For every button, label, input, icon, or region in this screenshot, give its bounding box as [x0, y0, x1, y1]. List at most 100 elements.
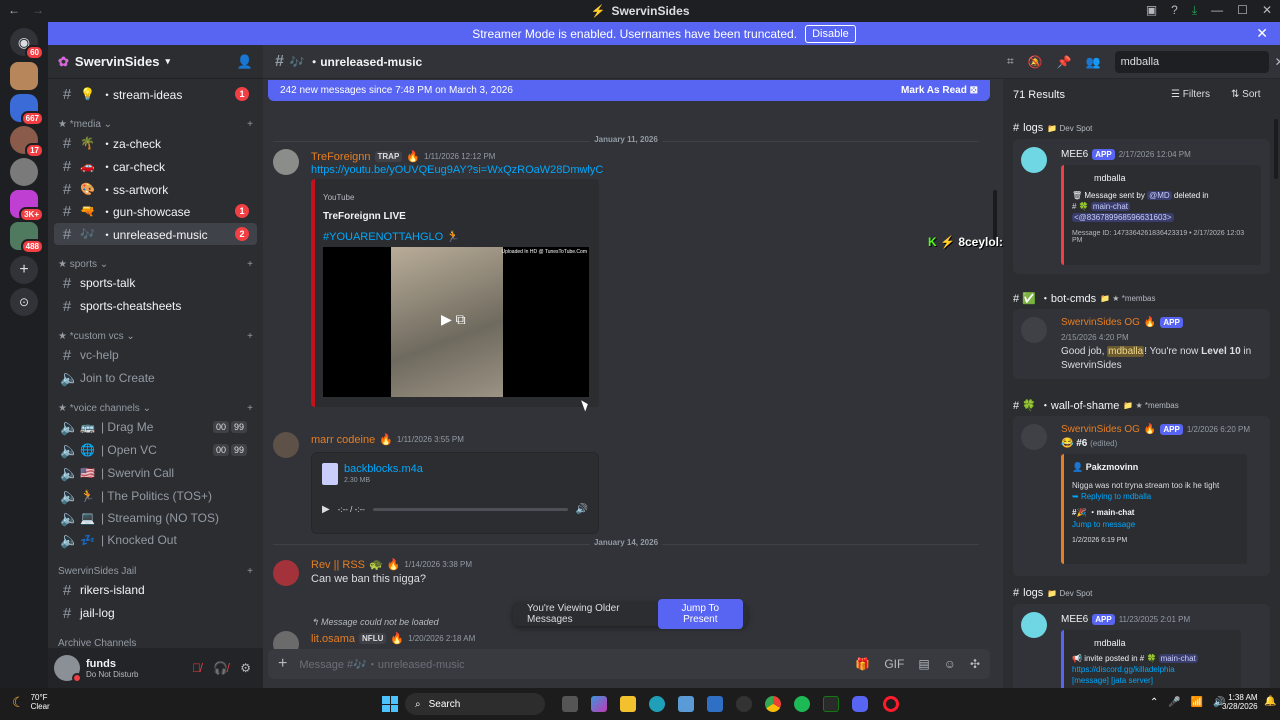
server-icon-3[interactable]: 17 — [10, 126, 44, 158]
reply-link[interactable]: ➥ Replying to mdballa — [1072, 492, 1239, 501]
dm-home-button[interactable]: ◉ 60 — [10, 28, 44, 60]
channel-vc-help[interactable]: # vc-help — [54, 344, 257, 366]
server-icon-swervinsides[interactable]: 667 — [10, 94, 44, 126]
voice-channel-the-politics[interactable]: 🔈 🏃 | The Politics (TOS+) — [54, 485, 257, 507]
category-media[interactable]: ★ *media ⌄ + — [58, 119, 253, 130]
jump-to-message-link[interactable]: Jump to message — [1072, 520, 1239, 529]
taskbar-search[interactable]: ⌕ Search — [405, 693, 545, 715]
add-channel-icon[interactable]: + — [247, 331, 253, 342]
message-composer[interactable]: + Message #🎶・unreleased-music 🎁 GIF ▤ ☺ … — [268, 649, 990, 679]
category-custom-vcs[interactable]: ★ *custom vcs ⌄ + — [58, 331, 253, 342]
disable-streamer-mode-button[interactable]: Disable — [805, 24, 856, 43]
author-name[interactable]: lit.osama — [311, 633, 355, 645]
channel-gun-showcase[interactable]: # 🔫 ・gun-showcase 1 — [54, 200, 257, 222]
edge-icon[interactable] — [649, 696, 665, 712]
add-channel-icon[interactable]: + — [247, 403, 253, 414]
youtube-link[interactable]: https://youtu.be/yOUVQEug9AY?si=WxQzROaW… — [311, 164, 603, 176]
play-icon[interactable]: ▶ ⧉ — [441, 311, 466, 328]
deafened-icon[interactable]: 🎧̸ — [213, 661, 228, 675]
threads-icon[interactable]: ⌗ — [1007, 54, 1014, 69]
avatar[interactable] — [273, 149, 299, 175]
add-channel-icon[interactable]: + — [247, 259, 253, 270]
channel-car-check[interactable]: # 🚗 ・car-check — [54, 155, 257, 177]
member-list-icon[interactable]: 👥 — [1086, 55, 1101, 69]
author-name[interactable]: Rev || RSS — [311, 559, 365, 571]
chrome-icon[interactable] — [765, 696, 781, 712]
channel-za-check[interactable]: # 🌴 ・za-check — [54, 132, 257, 154]
notification-bell-icon[interactable]: 🔔 — [1264, 696, 1276, 707]
back-arrow-icon[interactable]: ← — [8, 3, 20, 17]
forward-arrow-icon[interactable]: → — [32, 3, 44, 17]
category-voice-channels[interactable]: ★ *voice channels ⌄ + — [58, 403, 253, 414]
server-icon-1[interactable] — [10, 62, 38, 90]
search-result[interactable]: SwervinSides OG 🔥 APP 1/2/2026 6:20 PM 😂… — [1013, 416, 1270, 576]
clear-search-icon[interactable]: ✕ — [1275, 55, 1280, 69]
add-attachment-icon[interactable]: + — [278, 655, 287, 673]
avatar[interactable] — [273, 432, 299, 458]
filters-button[interactable]: ☰ Filters — [1171, 89, 1210, 100]
play-button[interactable]: ▶ — [322, 504, 330, 515]
opera-icon[interactable] — [883, 696, 899, 712]
notification-muted-icon[interactable]: 🔕 — [1028, 55, 1043, 69]
message-input[interactable]: Message #🎶・unreleased-music — [299, 656, 464, 672]
channel-unreleased-music[interactable]: # 🎶 ・unreleased-music 2 — [54, 223, 257, 245]
voice-channel-drag-me[interactable]: 🔈 🚌 | Drag Me 00 99 — [54, 416, 257, 438]
channel-join-to-create[interactable]: 🔈 Join to Create — [54, 367, 257, 389]
channel-rikers-island[interactable]: # rikers-island — [54, 579, 257, 601]
store-icon[interactable] — [678, 696, 694, 712]
reply-reference[interactable]: ↰ Message could not be loaded — [311, 617, 439, 628]
channel-ss-artwork[interactable]: # 🎨 ・ss-artwork — [54, 178, 257, 200]
discover-button[interactable]: ⊙ — [10, 288, 38, 316]
results-scrollbar[interactable] — [1274, 119, 1278, 179]
server-icon-6[interactable]: 488 — [10, 222, 44, 254]
mic-icon[interactable]: 🎤 — [1168, 697, 1180, 708]
discord-icon[interactable] — [852, 696, 868, 712]
channel-sports-cheatsheets[interactable]: # sports-cheatsheets — [54, 295, 257, 317]
xbox-icon[interactable] — [823, 696, 839, 712]
embed-title[interactable]: TreForeignn LIVE — [323, 211, 406, 222]
spotify-icon[interactable] — [794, 696, 810, 712]
apps-icon[interactable]: ✣ — [970, 657, 980, 671]
settings-gear-icon[interactable]: ⚙ — [240, 661, 251, 675]
download-icon[interactable]: ⤓ — [1192, 3, 1197, 18]
jump-to-present-button[interactable]: Jump To Present — [657, 599, 743, 629]
pin-icon[interactable]: 📌 — [1057, 55, 1072, 69]
file-name[interactable]: backblocks.m4a — [344, 463, 423, 475]
avatar[interactable] — [54, 655, 82, 683]
author-name[interactable]: TreForeignn — [311, 151, 371, 163]
search-result[interactable]: MEE6 APP 2/17/2026 12:04 PM mdballa 🗑 Me… — [1013, 139, 1270, 274]
gift-icon[interactable]: 🎁 — [855, 657, 870, 671]
mail-icon[interactable] — [707, 696, 723, 712]
chevron-up-icon[interactable]: ⌃ — [1150, 697, 1158, 708]
audio-progress[interactable] — [372, 507, 568, 511]
help-icon[interactable]: ? — [1171, 3, 1178, 18]
embed-channel[interactable]: #🎉 ・main-chat — [1072, 507, 1239, 518]
inbox-icon[interactable]: ▣ — [1146, 3, 1157, 18]
add-channel-icon[interactable]: + — [247, 119, 253, 130]
server-icon-4[interactable] — [10, 158, 38, 186]
github-icon[interactable] — [736, 696, 752, 712]
voice-channel-swervin-call[interactable]: 🔈 🇺🇸 | Swervin Call — [54, 462, 257, 484]
search-result[interactable]: SwervinSides OG 🔥 APP 2/15/2026 4:20 PM … — [1013, 309, 1270, 379]
invite-link[interactable]: https://discord.gg/killadelphia — [1072, 665, 1233, 674]
voice-channel-knocked-out[interactable]: 🔈 💤 | Knocked Out — [54, 529, 257, 551]
id-mention[interactable]: <@836789968596631603> — [1072, 213, 1253, 222]
add-member-icon[interactable]: 👤 — [237, 54, 253, 70]
mic-muted-icon[interactable]: 🎙̸ — [192, 661, 201, 675]
mark-as-read-button[interactable]: Mark As Read ⊠ — [901, 85, 978, 96]
sort-button[interactable]: ⇅ Sort — [1231, 89, 1261, 100]
maximize-button[interactable]: ☐ — [1237, 3, 1248, 18]
sticker-icon[interactable]: ▤ — [918, 657, 929, 671]
task-view-icon[interactable] — [562, 696, 578, 712]
system-tray[interactable]: ⌃ 🎤 📶 🔊 — [1150, 697, 1226, 708]
close-window-button[interactable]: ✕ — [1262, 3, 1272, 18]
close-banner-icon[interactable]: ✕ — [1256, 25, 1268, 42]
search-input[interactable] — [1114, 50, 1269, 73]
file-explorer-icon[interactable] — [620, 696, 636, 712]
result-channel-header[interactable]: # 🍀 ・wall-of-shame 📁 ★ *membas — [1013, 397, 1179, 413]
voice-channel-open-vc[interactable]: 🔈 🌐 | Open VC 00 99 — [54, 439, 257, 461]
search-result[interactable]: MEE6 APP 11/23/2025 2:01 PM mdballa 📢 in… — [1013, 604, 1270, 688]
category-jail[interactable]: SwervinSides Jail + — [58, 566, 253, 577]
minimize-button[interactable]: — — [1211, 3, 1223, 18]
avatar[interactable] — [273, 560, 299, 586]
